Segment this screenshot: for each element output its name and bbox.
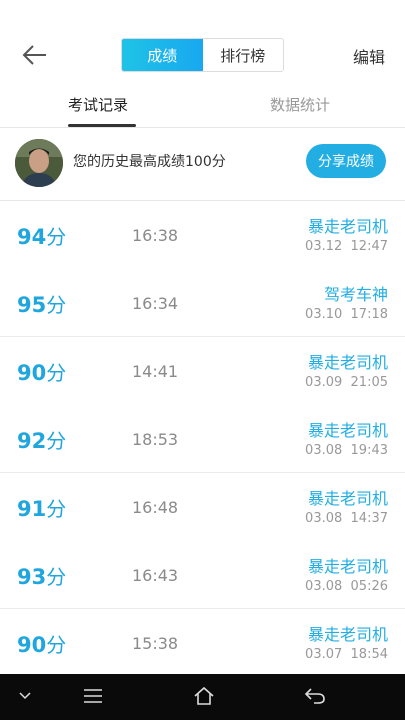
record-score: 92分 [17, 425, 66, 454]
record-score: 95分 [17, 289, 66, 318]
share-score-button[interactable]: 分享成绩 [306, 144, 386, 178]
record-score-unit: 分 [46, 633, 67, 657]
record-nickname: 暴走老司机 [307, 489, 388, 508]
back-button[interactable] [20, 40, 50, 70]
record-nickname: 驾考车神 [323, 285, 388, 304]
record-row[interactable]: 90分 14:41 暴走老司机 03.09 21:05 [0, 337, 405, 405]
best-score-banner: 您的历史最高成绩100分 分享成绩 [0, 129, 405, 201]
record-score: 90分 [17, 629, 66, 658]
record-duration: 16:38 [132, 226, 179, 245]
record-duration: 15:38 [132, 634, 179, 653]
record-date: 03.08 05:26 [305, 579, 388, 594]
record-nickname: 暴走老司机 [307, 557, 388, 576]
record-score-unit: 分 [46, 429, 67, 453]
record-duration: 16:48 [132, 498, 179, 517]
record-nickname: 暴走老司机 [307, 421, 388, 440]
record-row[interactable]: 93分 16:43 暴走老司机 03.08 05:26 [0, 541, 405, 609]
record-nickname: 暴走老司机 [307, 625, 388, 644]
menu-icon[interactable] [84, 689, 102, 703]
record-date: 03.08 19:43 [305, 443, 388, 458]
segment-scores[interactable]: 成绩 [122, 39, 203, 71]
segment-leaderboard[interactable]: 排行榜 [202, 39, 283, 71]
chevron-down-icon[interactable] [19, 692, 31, 700]
record-score: 94分 [17, 221, 66, 250]
arrow-left-icon [22, 45, 46, 65]
record-nickname: 暴走老司机 [307, 217, 388, 236]
record-duration: 16:43 [132, 566, 179, 585]
record-score-unit: 分 [46, 293, 67, 317]
record-duration: 18:53 [132, 430, 179, 449]
record-score-unit: 分 [46, 361, 67, 385]
record-date: 03.12 12:47 [305, 239, 388, 254]
record-date: 03.09 21:05 [305, 375, 388, 390]
record-score-unit: 分 [46, 497, 67, 521]
back-icon[interactable] [304, 687, 326, 705]
avatar[interactable] [15, 139, 63, 187]
record-row[interactable]: 95分 16:34 驾考车神 03.10 17:18 [0, 269, 405, 337]
record-score-value: 90 [17, 361, 47, 385]
record-date: 03.08 14:37 [305, 511, 388, 526]
record-duration: 16:34 [132, 294, 179, 313]
records-list: 94分 16:38 暴走老司机 03.12 12:47 95分 16:34 驾考车神 03.1… [0, 201, 405, 677]
record-row[interactable]: 92分 18:53 暴走老司机 03.08 19:43 [0, 405, 405, 473]
best-score-text: 您的历史最高成绩100分 [73, 154, 226, 170]
tab-bar: 考试记录 数据统计 [0, 88, 405, 128]
record-score: 93分 [17, 561, 66, 590]
record-nickname: 暴走老司机 [307, 353, 388, 372]
record-date: 03.10 17:18 [305, 307, 388, 322]
tab-exam-records[interactable]: 考试记录 [68, 94, 128, 115]
record-score-value: 90 [17, 633, 47, 657]
record-score-value: 95 [17, 293, 47, 317]
record-score-unit: 分 [46, 225, 67, 249]
tab-indicator [68, 124, 136, 127]
record-score-unit: 分 [46, 565, 67, 589]
record-date: 03.07 18:54 [305, 647, 388, 662]
edit-button[interactable]: 编辑 [353, 44, 385, 68]
record-row[interactable]: 90分 15:38 暴走老司机 03.07 18:54 [0, 609, 405, 677]
system-nav-bar [0, 674, 405, 720]
tab-data-stats[interactable]: 数据统计 [270, 94, 330, 115]
record-score-value: 94 [17, 225, 47, 249]
record-row[interactable]: 91分 16:48 暴走老司机 03.08 14:37 [0, 473, 405, 541]
record-score-value: 93 [17, 565, 47, 589]
header: 成绩 排行榜 编辑 [0, 0, 405, 96]
record-row[interactable]: 94分 16:38 暴走老司机 03.12 12:47 [0, 201, 405, 269]
record-duration: 14:41 [132, 362, 179, 381]
record-score: 91分 [17, 493, 66, 522]
home-icon[interactable] [194, 686, 214, 706]
record-score-value: 92 [17, 429, 47, 453]
avatar-image [15, 139, 63, 187]
record-score-value: 91 [17, 497, 47, 521]
record-score: 90分 [17, 357, 66, 386]
segmented-control: 成绩 排行榜 [121, 38, 284, 72]
